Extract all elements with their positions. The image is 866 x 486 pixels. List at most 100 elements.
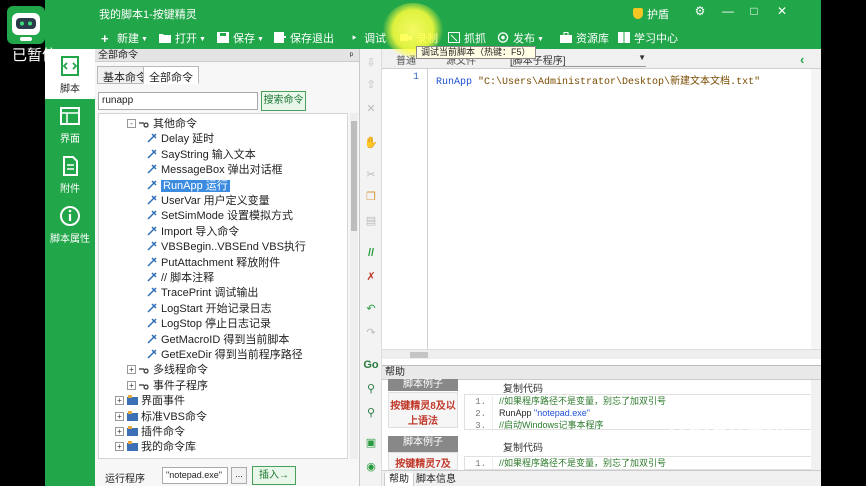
view-icon[interactable]: ◉ — [363, 459, 379, 475]
search-command-button[interactable]: 搜索命令 — [261, 91, 306, 111]
publish-button[interactable]: 发布 ▼ — [497, 30, 544, 45]
copy-code-link[interactable]: 复制代码 — [503, 439, 543, 454]
scrollbar-thumb[interactable] — [410, 352, 428, 358]
tab-all-commands[interactable]: 全部命令 — [143, 66, 199, 84]
tree-item[interactable]: TracePrint 调试输出 — [147, 286, 258, 301]
cut-icon[interactable]: ✂ — [363, 167, 379, 183]
open-button[interactable]: 打开 ▼ — [159, 30, 206, 45]
tree-item[interactable]: Import 导入命令 — [147, 225, 239, 240]
tree-item-label: UserVar 用户定义变量 — [161, 195, 270, 207]
new-button[interactable]: + 新建 ▼ — [101, 30, 148, 45]
tree-item-label: TracePrint 调试输出 — [161, 287, 259, 300]
folder-icon — [127, 426, 138, 436]
code-line[interactable]: RunApp "C:\Users\Administrator\Desktop\新… — [436, 72, 760, 88]
shield-button[interactable]: 护盾 — [633, 6, 669, 22]
tree-item[interactable]: - 其他命令 — [127, 117, 197, 132]
chevron-down-icon: ▼ — [638, 53, 646, 62]
debug-button[interactable]: 调试 — [348, 30, 386, 45]
folder-icon — [127, 441, 138, 452]
editor-vertical-scrollbar[interactable] — [811, 69, 821, 349]
undo-icon[interactable]: ↶ — [363, 301, 379, 317]
command-search-input[interactable]: runapp — [98, 92, 258, 110]
learning-button[interactable]: 学习中心 — [618, 30, 678, 45]
tree-item[interactable]: + 界面事件 — [115, 394, 185, 409]
expand-icon[interactable]: + — [115, 442, 124, 452]
help-scrollbar[interactable] — [811, 380, 821, 470]
tree-item[interactable]: + 事件子程序 — [127, 379, 208, 394]
tree-item-label: PutAttachment 释放附件 — [161, 256, 281, 269]
command-icon — [147, 210, 157, 220]
tree-item[interactable]: + 多线程命令 — [127, 363, 208, 378]
tree-item[interactable]: UserVar 用户定义变量 — [147, 194, 270, 209]
editor-tabbar: 普通 源文件 调试当前脚本（热键：F5） [脚本子程序]▼ ‹ › — [382, 46, 821, 69]
tree-item[interactable]: Delay 延时 — [147, 132, 214, 147]
tree-item[interactable]: SayString 输入文本 — [147, 148, 256, 163]
script-editor: 普通 源文件 调试当前脚本（热键：F5） [脚本子程序]▼ ‹ › 1 RunA… — [382, 46, 821, 365]
tree-item[interactable]: LogStop 停止日志记录 — [147, 317, 271, 332]
save-exit-button[interactable]: 保存退出 — [274, 30, 334, 45]
code-keyword: RunApp — [436, 77, 473, 88]
tree-item[interactable]: RunApp 运行 — [147, 179, 230, 194]
tree-item[interactable]: PutAttachment 释放附件 — [147, 256, 280, 271]
pin-icon[interactable]: ᵖ — [350, 49, 353, 62]
tree-item[interactable]: LogStart 开始记录日志 — [147, 302, 272, 317]
resources-button[interactable]: 资源库 — [560, 30, 609, 45]
expand-icon[interactable]: + — [115, 396, 124, 406]
nav-attachment[interactable]: 附件 — [45, 149, 95, 199]
settings-icon[interactable]: ⚙ — [691, 4, 709, 21]
insert-button[interactable]: 插入→ — [252, 466, 296, 485]
collapse-icon[interactable]: - — [127, 119, 136, 128]
tree-item[interactable]: + 插件命令 — [115, 425, 185, 440]
tree-item[interactable]: GetMacroID 得到当前脚本 — [147, 333, 289, 348]
scrollbar-thumb[interactable] — [351, 121, 357, 231]
hand-icon[interactable]: ✋ — [363, 135, 379, 151]
nav-interface[interactable]: 界面 — [45, 99, 95, 149]
delete-icon[interactable]: ✕ — [363, 101, 379, 117]
expand-icon[interactable]: + — [127, 380, 136, 390]
tree-item[interactable]: SetSimMode 设置模拟方式 — [147, 209, 293, 224]
find-icon[interactable]: ⚲ — [363, 381, 379, 397]
example-code-block[interactable]: 1. //如果程序路径不是变量，别忘了加双引号 — [464, 456, 814, 470]
open-label: 打开 — [175, 33, 197, 45]
copy-code-link[interactable]: 复制代码 — [503, 380, 543, 395]
minimize-button[interactable]: — — [719, 4, 737, 21]
paste-icon[interactable]: ▤ — [363, 213, 379, 229]
move-up-icon[interactable]: ⇧ — [363, 77, 379, 93]
capture-button[interactable]: 抓抓 — [448, 30, 486, 45]
save-icon — [217, 32, 229, 43]
chevron-left-icon[interactable]: ‹ — [800, 52, 804, 67]
tree-item[interactable]: + 我的命令库 — [115, 440, 196, 455]
tab-help[interactable]: 帮助 — [384, 473, 414, 486]
run-program-input[interactable]: "notepad.exe" — [162, 467, 228, 484]
tree-item-label: 插件命令 — [141, 426, 185, 438]
nav-script-properties[interactable]: 脚本属性 — [45, 199, 95, 249]
redo-icon[interactable]: ↷ — [363, 325, 379, 341]
save-button[interactable]: 保存 ▼ — [217, 30, 264, 45]
expand-icon[interactable]: + — [127, 365, 136, 375]
replace-icon[interactable]: ⚲ — [363, 405, 379, 421]
tree-item-label: GetExeDir 得到当前程序路径 — [161, 349, 303, 361]
tab-script-info[interactable]: 脚本信息 — [412, 473, 460, 486]
tree-item[interactable]: MessageBox 弹出对话框 — [147, 163, 283, 178]
move-down-icon[interactable]: ⇩ — [363, 55, 379, 71]
tree-item[interactable]: GetExeDir 得到当前程序路径 — [147, 348, 303, 363]
browse-button[interactable]: ... — [231, 467, 247, 484]
uncomment-icon[interactable]: ✗ — [363, 269, 379, 285]
close-button[interactable]: ✕ — [773, 4, 791, 21]
expand-icon[interactable]: + — [115, 411, 124, 421]
command-icon — [147, 287, 157, 297]
copy-icon[interactable]: ❐ — [363, 189, 379, 205]
expand-icon[interactable]: + — [115, 427, 124, 436]
tree-item[interactable]: // 脚本注释 — [147, 271, 214, 286]
comment-icon[interactable]: // — [363, 245, 379, 261]
editor-horizontal-scrollbar[interactable] — [382, 349, 821, 359]
nav-properties-label: 脚本属性 — [50, 234, 90, 245]
goto-icon[interactable]: Go — [363, 357, 379, 373]
tab-normal-label: 普通 — [396, 56, 416, 67]
command-tree-scrollbar[interactable] — [350, 113, 358, 459]
maximize-button[interactable]: □ — [745, 4, 763, 21]
line-number: 1. — [465, 458, 493, 469]
tree-item[interactable]: VBSBegin..VBSEnd VBS执行 — [147, 240, 306, 255]
dialog-icon[interactable]: ▣ — [363, 435, 379, 451]
tree-item[interactable]: + 标准VBS命令 — [115, 410, 207, 425]
